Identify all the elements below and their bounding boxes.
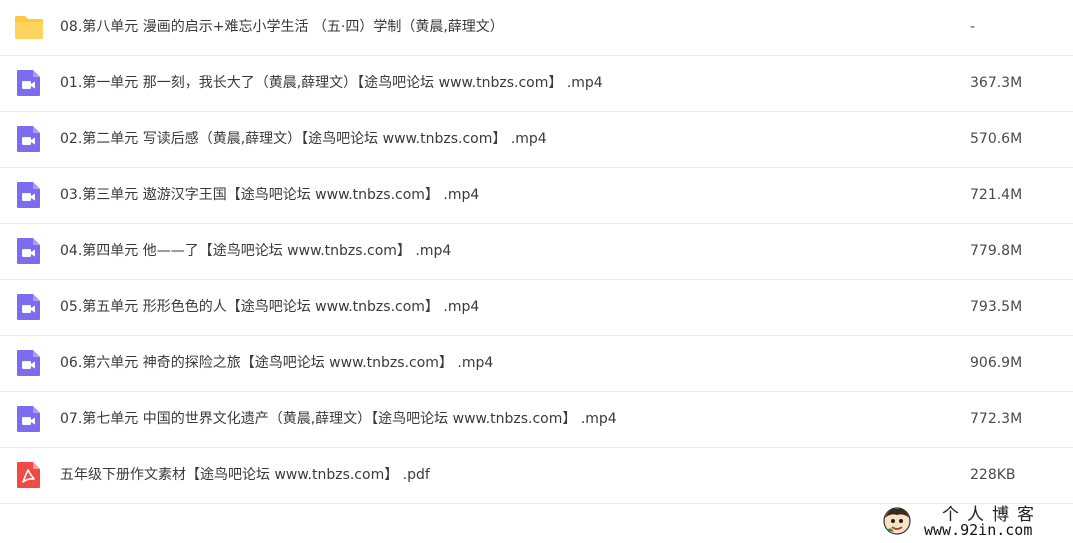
file-name[interactable]: 03.第三单元 遨游汉字王国【途鸟吧论坛 www.tnbzs.com】 .mp4 [60, 168, 479, 223]
file-row[interactable]: 06.第六单元 神奇的探险之旅【途鸟吧论坛 www.tnbzs.com】 .mp… [0, 336, 1073, 392]
file-size: 906.9M [970, 355, 1023, 371]
video-icon [14, 404, 44, 434]
video-icon [14, 124, 44, 154]
cartoon-avatar-icon [882, 506, 912, 536]
video-icon [14, 348, 44, 378]
file-row[interactable]: 02.第二单元 写读后感（黄晨,薛理文）【途鸟吧论坛 www.tnbzs.com… [0, 112, 1073, 168]
file-size: 772.3M [970, 411, 1023, 427]
file-row[interactable]: 05.第五单元 形形色色的人【途鸟吧论坛 www.tnbzs.com】 .mp4… [0, 280, 1073, 336]
video-icon [14, 236, 44, 266]
file-row[interactable]: 04.第四单元 他——了【途鸟吧论坛 www.tnbzs.com】 .mp4 7… [0, 224, 1073, 280]
file-row[interactable]: 08.第八单元 漫画的启示+难忘小学生活 （五·四）学制（黄晨,薛理文） - [0, 0, 1073, 56]
file-size: 793.5M [970, 299, 1023, 315]
pdf-icon [14, 460, 44, 490]
video-icon [14, 180, 44, 210]
watermark-url: www.92in.com [924, 521, 1033, 539]
file-size: 228KB [970, 467, 1016, 483]
video-icon [14, 292, 44, 322]
file-name[interactable]: 五年级下册作文素材【途鸟吧论坛 www.tnbzs.com】 .pdf [60, 448, 430, 503]
file-name[interactable]: 04.第四单元 他——了【途鸟吧论坛 www.tnbzs.com】 .mp4 [60, 224, 451, 279]
folder-icon [14, 12, 44, 42]
file-size: 779.8M [970, 243, 1023, 259]
file-name[interactable]: 05.第五单元 形形色色的人【途鸟吧论坛 www.tnbzs.com】 .mp4 [60, 280, 479, 335]
file-row[interactable]: 01.第一单元 那一刻，我长大了（黄晨,薛理文）【途鸟吧论坛 www.tnbzs… [0, 56, 1073, 112]
file-row[interactable]: 07.第七单元 中国的世界文化遗产（黄晨,薛理文）【途鸟吧论坛 www.tnbz… [0, 392, 1073, 448]
file-size: - [970, 19, 976, 35]
file-size: 570.6M [970, 131, 1023, 147]
file-size: 721.4M [970, 187, 1023, 203]
file-list: 08.第八单元 漫画的启示+难忘小学生活 （五·四）学制（黄晨,薛理文） - 0… [0, 0, 1073, 504]
video-icon [14, 68, 44, 98]
file-name[interactable]: 07.第七单元 中国的世界文化遗产（黄晨,薛理文）【途鸟吧论坛 www.tnbz… [60, 392, 617, 447]
file-name[interactable]: 02.第二单元 写读后感（黄晨,薛理文）【途鸟吧论坛 www.tnbzs.com… [60, 112, 547, 167]
file-row[interactable]: 五年级下册作文素材【途鸟吧论坛 www.tnbzs.com】 .pdf 228K… [0, 448, 1073, 504]
file-row[interactable]: 03.第三单元 遨游汉字王国【途鸟吧论坛 www.tnbzs.com】 .mp4… [0, 168, 1073, 224]
file-name[interactable]: 08.第八单元 漫画的启示+难忘小学生活 （五·四）学制（黄晨,薛理文） [60, 0, 504, 55]
file-size: 367.3M [970, 75, 1023, 91]
file-name[interactable]: 06.第六单元 神奇的探险之旅【途鸟吧论坛 www.tnbzs.com】 .mp… [60, 336, 493, 391]
blog-watermark: 个人博客 www.92in.com [882, 500, 1062, 540]
file-name[interactable]: 01.第一单元 那一刻，我长大了（黄晨,薛理文）【途鸟吧论坛 www.tnbzs… [60, 56, 603, 111]
